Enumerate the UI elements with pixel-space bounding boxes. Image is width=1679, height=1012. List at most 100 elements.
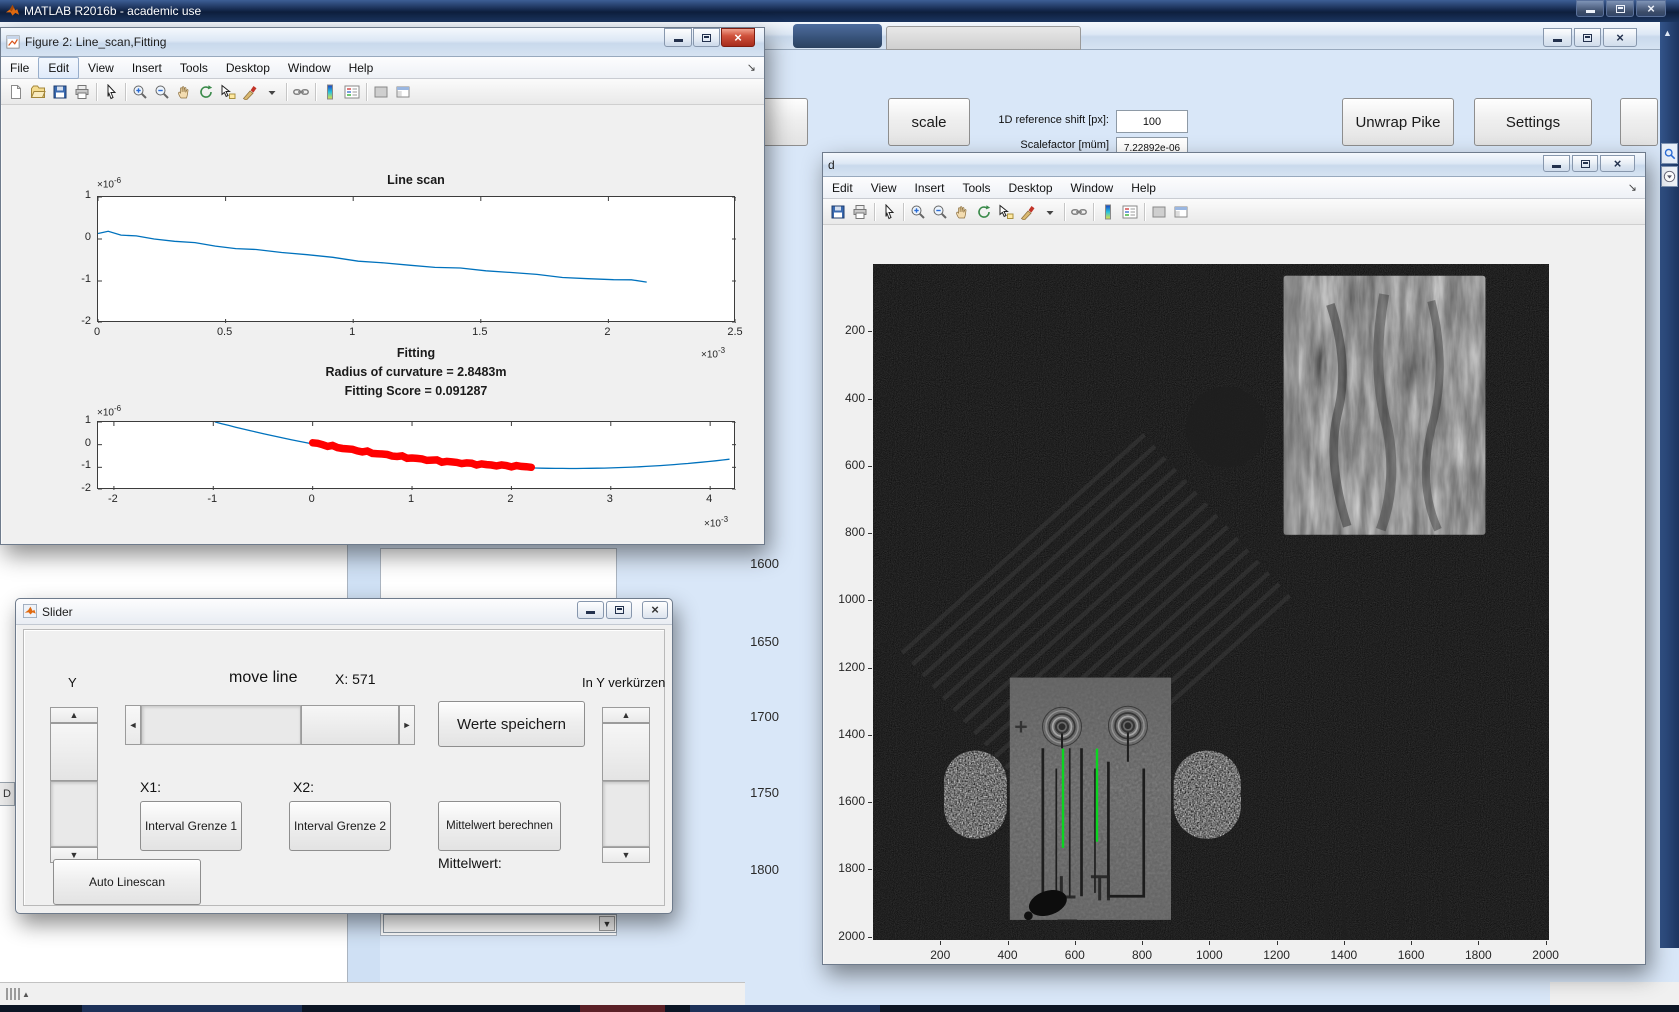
werte-speichern-button[interactable]: Werte speichern [438,701,585,747]
menu-item-edit[interactable]: Edit [38,57,80,79]
slider-minimize-button[interactable] [577,601,604,619]
collapse-up-icon[interactable]: ▲ [1663,28,1672,38]
menu-item-tools[interactable]: Tools [171,58,217,78]
search-icon[interactable] [1661,143,1678,164]
zoom-in-icon[interactable] [907,202,929,222]
zoom-out-icon[interactable] [929,202,951,222]
insert-legend-icon[interactable] [341,82,363,102]
print-icon[interactable] [849,202,871,222]
figR-minimize-button[interactable] [1543,155,1570,172]
menu-item-insert[interactable]: Insert [905,178,953,198]
print-icon[interactable] [71,82,93,102]
menu-item-window[interactable]: Window [1062,178,1123,198]
dropdown-caret-icon[interactable] [261,82,283,102]
pan-hand-icon[interactable] [173,82,195,102]
fig2-restore-button[interactable] [693,28,720,47]
menu-item-help[interactable]: Help [340,58,383,78]
settings-button[interactable]: Settings [1474,98,1592,146]
brush-icon[interactable] [239,82,261,102]
slider-right-icon[interactable]: ► [399,705,415,745]
partial-button-right[interactable] [1620,98,1658,146]
scale-button[interactable]: scale [888,98,970,146]
menu-item-file[interactable]: File [1,58,38,78]
gui-restore-button[interactable] [1574,28,1601,47]
slider-restore-button[interactable] [606,601,632,619]
fig2-close-button[interactable]: × [721,28,755,47]
plot2-axes[interactable] [97,421,736,490]
ref-shift-input[interactable]: 100 [1116,110,1188,133]
toolbar-separator [315,82,316,101]
background-y-tick-label: 1750 [750,785,779,800]
shorten-slider[interactable]: ▲ ▼ [602,707,650,863]
circle-down-icon[interactable] [1661,166,1678,187]
plot1-title: Line scan [387,173,445,187]
background-dropdown[interactable]: ▼ [383,914,617,933]
figR-restore-button[interactable] [1572,155,1598,172]
mittelwert-berechnen-button[interactable]: Mittelwert berechnen [438,801,561,851]
data-cursor-icon[interactable] [995,202,1017,222]
slider-left-icon[interactable]: ◄ [125,705,141,745]
main-close-button[interactable]: × [1636,0,1666,17]
hide-plot-tools-icon[interactable] [1148,202,1170,222]
menu-item-edit[interactable]: Edit [823,178,862,198]
brush-icon[interactable] [1017,202,1039,222]
menu-item-view[interactable]: View [862,178,906,198]
slider-up-icon[interactable]: ▲ [602,707,650,723]
link-plots-icon[interactable] [290,82,312,102]
figR-close-button[interactable]: × [1600,155,1635,172]
menu-overflow-icon[interactable]: ↘ [1628,181,1637,194]
main-restore-button[interactable] [1606,0,1634,17]
menu-overflow-icon[interactable]: ↘ [747,61,756,74]
link-plots-icon[interactable] [1068,202,1090,222]
dropdown-caret-icon[interactable] [1039,202,1061,222]
hide-plot-tools-icon[interactable] [370,82,392,102]
menu-item-view[interactable]: View [79,58,123,78]
edit-cursor-icon[interactable] [100,82,122,102]
y-slider[interactable]: ▲ ▼ [50,707,98,863]
edit-cursor-icon[interactable] [878,202,900,222]
slider-close-button[interactable]: × [642,601,668,619]
insert-legend-icon[interactable] [1119,202,1141,222]
menu-item-insert[interactable]: Insert [123,58,171,78]
main-minimize-button[interactable] [1576,0,1604,17]
fig2-minimize-button[interactable] [664,28,692,47]
move-line-slider[interactable]: ◄ ► [125,705,415,745]
menu-item-window[interactable]: Window [279,58,340,78]
x-tick [1276,941,1278,945]
y-tick-label: 1200 [838,659,865,674]
menu-item-help[interactable]: Help [1122,178,1165,198]
y-tick-label: 600 [844,457,865,472]
slider-up-icon[interactable]: ▲ [50,707,98,723]
show-plot-tools-icon[interactable] [392,82,414,102]
pan-hand-icon[interactable] [951,202,973,222]
insert-colorbar-icon[interactable] [1097,202,1119,222]
zoom-out-icon[interactable] [151,82,173,102]
plot1-axes[interactable] [97,196,736,323]
auto-linescan-button[interactable]: Auto Linescan [53,859,201,905]
save-icon[interactable] [827,202,849,222]
data-cursor-icon[interactable] [217,82,239,102]
dock-tab-d[interactable]: D [0,782,15,806]
new-document-icon[interactable] [5,82,27,102]
gui-minimize-button[interactable] [1543,28,1572,47]
menu-item-tools[interactable]: Tools [954,178,1000,198]
interval-grenze2-button[interactable]: Interval Grenze 2 [289,801,391,851]
menu-item-desktop[interactable]: Desktop [1000,178,1062,198]
zoom-in-icon[interactable] [129,82,151,102]
x-tick [1478,941,1480,945]
unwrap-pike-button[interactable]: Unwrap Pike [1342,98,1454,146]
insert-colorbar-icon[interactable] [319,82,341,102]
rotate-3d-icon[interactable] [195,82,217,102]
menu-item-desktop[interactable]: Desktop [217,58,279,78]
interferogram-image[interactable] [873,264,1549,940]
interval-grenze1-button[interactable]: Interval Grenze 1 [140,801,242,851]
grip-icon[interactable]: ▲ [6,988,30,1000]
slider-down-icon[interactable]: ▼ [602,847,650,863]
open-folder-icon[interactable] [27,82,49,102]
show-plot-tools-icon[interactable] [1170,202,1192,222]
rotate-3d-icon[interactable] [973,202,995,222]
gui-close-button[interactable]: × [1603,28,1637,47]
chevron-down-icon[interactable]: ▼ [599,916,615,931]
save-icon[interactable] [49,82,71,102]
windows-taskbar[interactable] [0,1005,1679,1012]
